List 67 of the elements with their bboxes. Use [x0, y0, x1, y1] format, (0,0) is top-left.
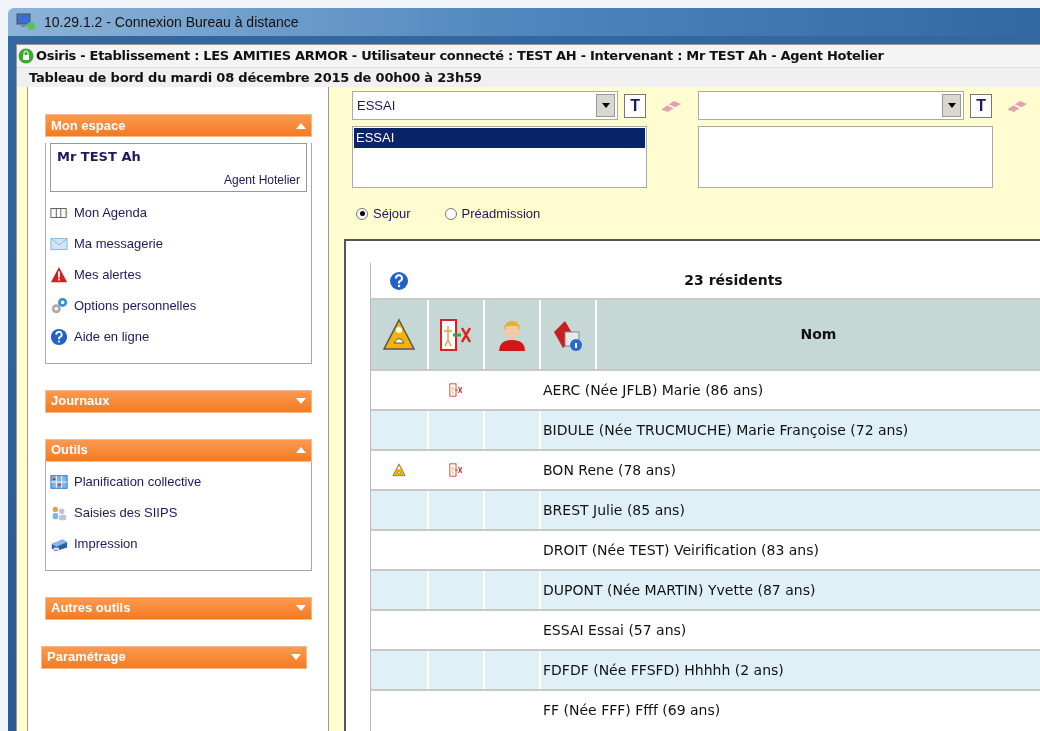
- resident-name: BREST Julie (85 ans): [543, 500, 685, 520]
- dashboard-title: Tableau de bord du mardi 08 décembre 2015 de 00h00 à 23h59: [29, 68, 482, 87]
- resident-name: BON Rene (78 ans): [543, 460, 676, 480]
- app-title: Osiris - Etablissement : LES AMITIES ARMOR - Utilisateur connecté : TEST AH - Intervenant : Mr TEST Ah - Agent Hotelier: [36, 47, 884, 66]
- radio-button[interactable]: [444, 207, 457, 220]
- help-icon: [50, 328, 68, 346]
- help-icon: [389, 270, 409, 291]
- resident-name: FDFDF (Née FFSFD) Hhhhh (2 ans): [543, 660, 784, 680]
- exit-icon: [439, 317, 473, 352]
- eraser-icon[interactable]: [1006, 99, 1028, 112]
- resident-name: DROIT (Née TEST) Veirification (83 ans): [543, 540, 819, 560]
- menu-item[interactable]: Mes alertes: [46, 259, 311, 291]
- radio-option[interactable]: Préadmission: [444, 204, 541, 224]
- grid-icon: [50, 473, 68, 491]
- table-row[interactable]: BREST Julie (85 ans): [371, 489, 1040, 529]
- section-title: Journaux: [51, 392, 110, 411]
- envelope-icon: [50, 235, 68, 253]
- list-box[interactable]: ESSAI: [352, 126, 647, 188]
- dropdown-field[interactable]: ESSAI: [352, 91, 619, 120]
- resident-name: BIDULE (Née TRUCMUCHE) Marie Françoise (72 ans): [543, 420, 909, 440]
- expand-icon[interactable]: [291, 654, 301, 660]
- section-title: Autres outils: [51, 599, 131, 618]
- expand-icon[interactable]: [296, 605, 306, 611]
- table-row[interactable]: BIDULE (Née TRUCMUCHE) Marie Françoise (72 ans): [371, 409, 1040, 449]
- warning-icon: [50, 266, 68, 284]
- clear-button[interactable]: T: [970, 93, 993, 118]
- resident-name: AERC (Née JFLB) Marie (86 ans): [543, 380, 764, 400]
- resident-name: DUPONT (Née MARTIN) Yvette (87 ans): [543, 580, 816, 600]
- collapse-icon[interactable]: [296, 122, 306, 129]
- resident-name: ESSAI Essai (57 ans): [543, 620, 687, 640]
- window-title: 10.29.1.2 - Connexion Bureau à distance: [44, 12, 299, 32]
- table-row[interactable]: DUPONT (Née MARTIN) Yvette (87 ans): [371, 569, 1040, 609]
- exit-icon: [449, 463, 463, 477]
- menu-item[interactable]: Aide en ligne: [46, 321, 311, 353]
- section-title: Paramétrage: [47, 648, 126, 667]
- user-name: Mr TEST Ah: [57, 148, 142, 166]
- monitor-icon: [16, 13, 36, 31]
- resident-count: 23 résidents: [683, 271, 784, 290]
- caret-icon: [601, 103, 610, 108]
- dropdown-field[interactable]: [698, 91, 965, 120]
- hazard-icon: [382, 317, 416, 352]
- table-row[interactable]: FDFDF (Née FFSFD) Hhhhh (2 ans): [371, 649, 1040, 689]
- radio-option[interactable]: Séjour: [356, 204, 411, 224]
- dropdown-button[interactable]: [942, 94, 962, 117]
- user-role: Agent Hotelier: [223, 171, 300, 189]
- list-box[interactable]: [698, 126, 993, 188]
- menu-item[interactable]: Options personnelles: [46, 290, 311, 322]
- expand-icon[interactable]: [296, 398, 306, 404]
- menu-item[interactable]: Saisies des SIIPS: [46, 497, 311, 529]
- menu-item[interactable]: Mon Agenda: [46, 197, 311, 229]
- hazard-icon: [392, 463, 406, 477]
- radio-button[interactable]: [356, 207, 368, 220]
- menu-item[interactable]: Ma messagerie: [46, 228, 311, 260]
- dropdown-button[interactable]: [596, 94, 616, 117]
- menu-item[interactable]: Impression: [46, 528, 311, 560]
- gears-icon: [50, 297, 68, 315]
- resident-name: FF (Née FFF) Ffff (69 ans): [543, 700, 721, 720]
- menu-item[interactable]: Planification collective: [46, 466, 311, 498]
- clear-button[interactable]: T: [624, 93, 647, 118]
- caret-icon: [947, 103, 956, 108]
- collapse-icon[interactable]: [296, 447, 306, 453]
- list-option[interactable]: ESSAI: [354, 128, 645, 148]
- exit-icon: [449, 383, 463, 397]
- people-icon: [50, 504, 68, 522]
- section-title: Outils: [51, 441, 88, 460]
- eraser-icon[interactable]: [660, 99, 682, 112]
- section-title: Mon espace: [51, 116, 126, 135]
